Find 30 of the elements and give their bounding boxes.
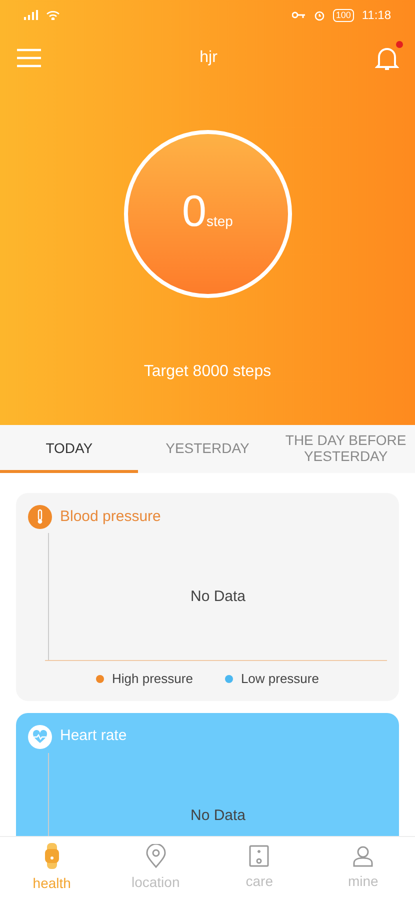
- step-unit: step: [206, 212, 233, 231]
- frame-icon: [249, 845, 270, 867]
- step-count: 0: [182, 190, 206, 234]
- thermometer-icon: [28, 505, 52, 529]
- battery-level: 100: [332, 8, 354, 22]
- target-text: Target 8000 steps: [144, 362, 272, 382]
- person-icon: [352, 845, 374, 867]
- nav-tab[interactable]: health: [0, 837, 104, 900]
- card-title: Blood pressure: [60, 506, 161, 527]
- day-tab[interactable]: THE DAY BEFORE YESTERDAY: [276, 425, 415, 473]
- key-icon: [292, 11, 306, 19]
- legend-label: High pressure: [112, 670, 193, 688]
- alarm-icon: [314, 10, 325, 20]
- legend-label: Low pressure: [240, 670, 319, 688]
- wifi-icon: [46, 10, 60, 20]
- nav-tab[interactable]: mine: [311, 837, 415, 900]
- no-data-text: No Data: [190, 586, 246, 607]
- menu-icon: [16, 48, 42, 68]
- clock-time: 11:18: [362, 7, 391, 24]
- card-title: Heart rate: [60, 726, 127, 746]
- day-tab[interactable]: YESTERDAY: [138, 425, 277, 473]
- day-tab[interactable]: TODAY: [0, 425, 138, 473]
- no-data-text: No Data: [190, 806, 246, 826]
- nav-tab[interactable]: care: [208, 837, 312, 900]
- signal-icon: [24, 10, 38, 20]
- watch-icon: [44, 843, 60, 869]
- bell-icon: [375, 45, 399, 71]
- map-pin-icon: [144, 844, 167, 868]
- header-title: hjr: [200, 48, 218, 68]
- nav-tab[interactable]: location: [104, 837, 208, 900]
